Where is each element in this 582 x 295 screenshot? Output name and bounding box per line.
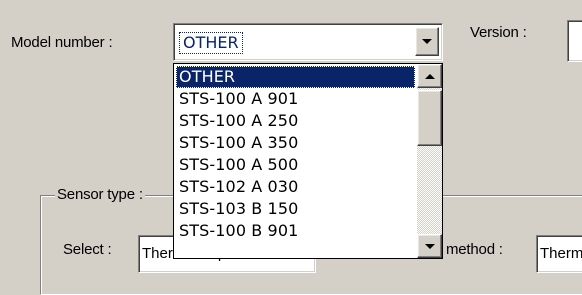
model-number-label: Model number : (11, 34, 113, 51)
method-label: method : (446, 241, 503, 258)
option-sts-100-a-901[interactable]: STS-100 A 901 (176, 88, 415, 110)
option-sts-100-b-901[interactable]: STS-100 B 901 (176, 220, 415, 242)
model-number-dropdown-button[interactable] (415, 27, 439, 56)
option-sts-100-a-500[interactable]: STS-100 A 500 (176, 154, 415, 176)
sensor-type-label: Sensor type : (55, 186, 145, 203)
chevron-down-icon (422, 39, 432, 44)
option-other[interactable]: OTHER (176, 66, 415, 88)
model-number-dropdown-list[interactable]: OTHER STS-100 A 901 STS-100 A 250 STS-10… (173, 63, 443, 259)
method-field[interactable]: Thermocouple (536, 235, 582, 273)
scroll-down-button[interactable] (417, 234, 442, 258)
dropdown-scrollbar[interactable] (417, 64, 442, 258)
scroll-thumb[interactable] (417, 90, 442, 146)
arrow-down-icon (424, 243, 435, 249)
version-field[interactable] (567, 20, 582, 62)
method-field-value: Thermocouple (540, 245, 582, 262)
option-sts-100-a-350[interactable]: STS-100 A 350 (176, 132, 415, 154)
version-label: Version : (470, 24, 527, 41)
model-number-value: OTHER (179, 32, 243, 54)
arrow-up-icon (424, 73, 435, 79)
model-number-combobox[interactable]: OTHER (173, 23, 443, 61)
option-sts-102-a-030[interactable]: STS-102 A 030 (176, 176, 415, 198)
select-label: Select : (63, 241, 112, 258)
scroll-up-button[interactable] (417, 64, 442, 88)
option-sts-100-a-250[interactable]: STS-100 A 250 (176, 110, 415, 132)
option-sts-103-b-150[interactable]: STS-103 B 150 (176, 198, 415, 220)
